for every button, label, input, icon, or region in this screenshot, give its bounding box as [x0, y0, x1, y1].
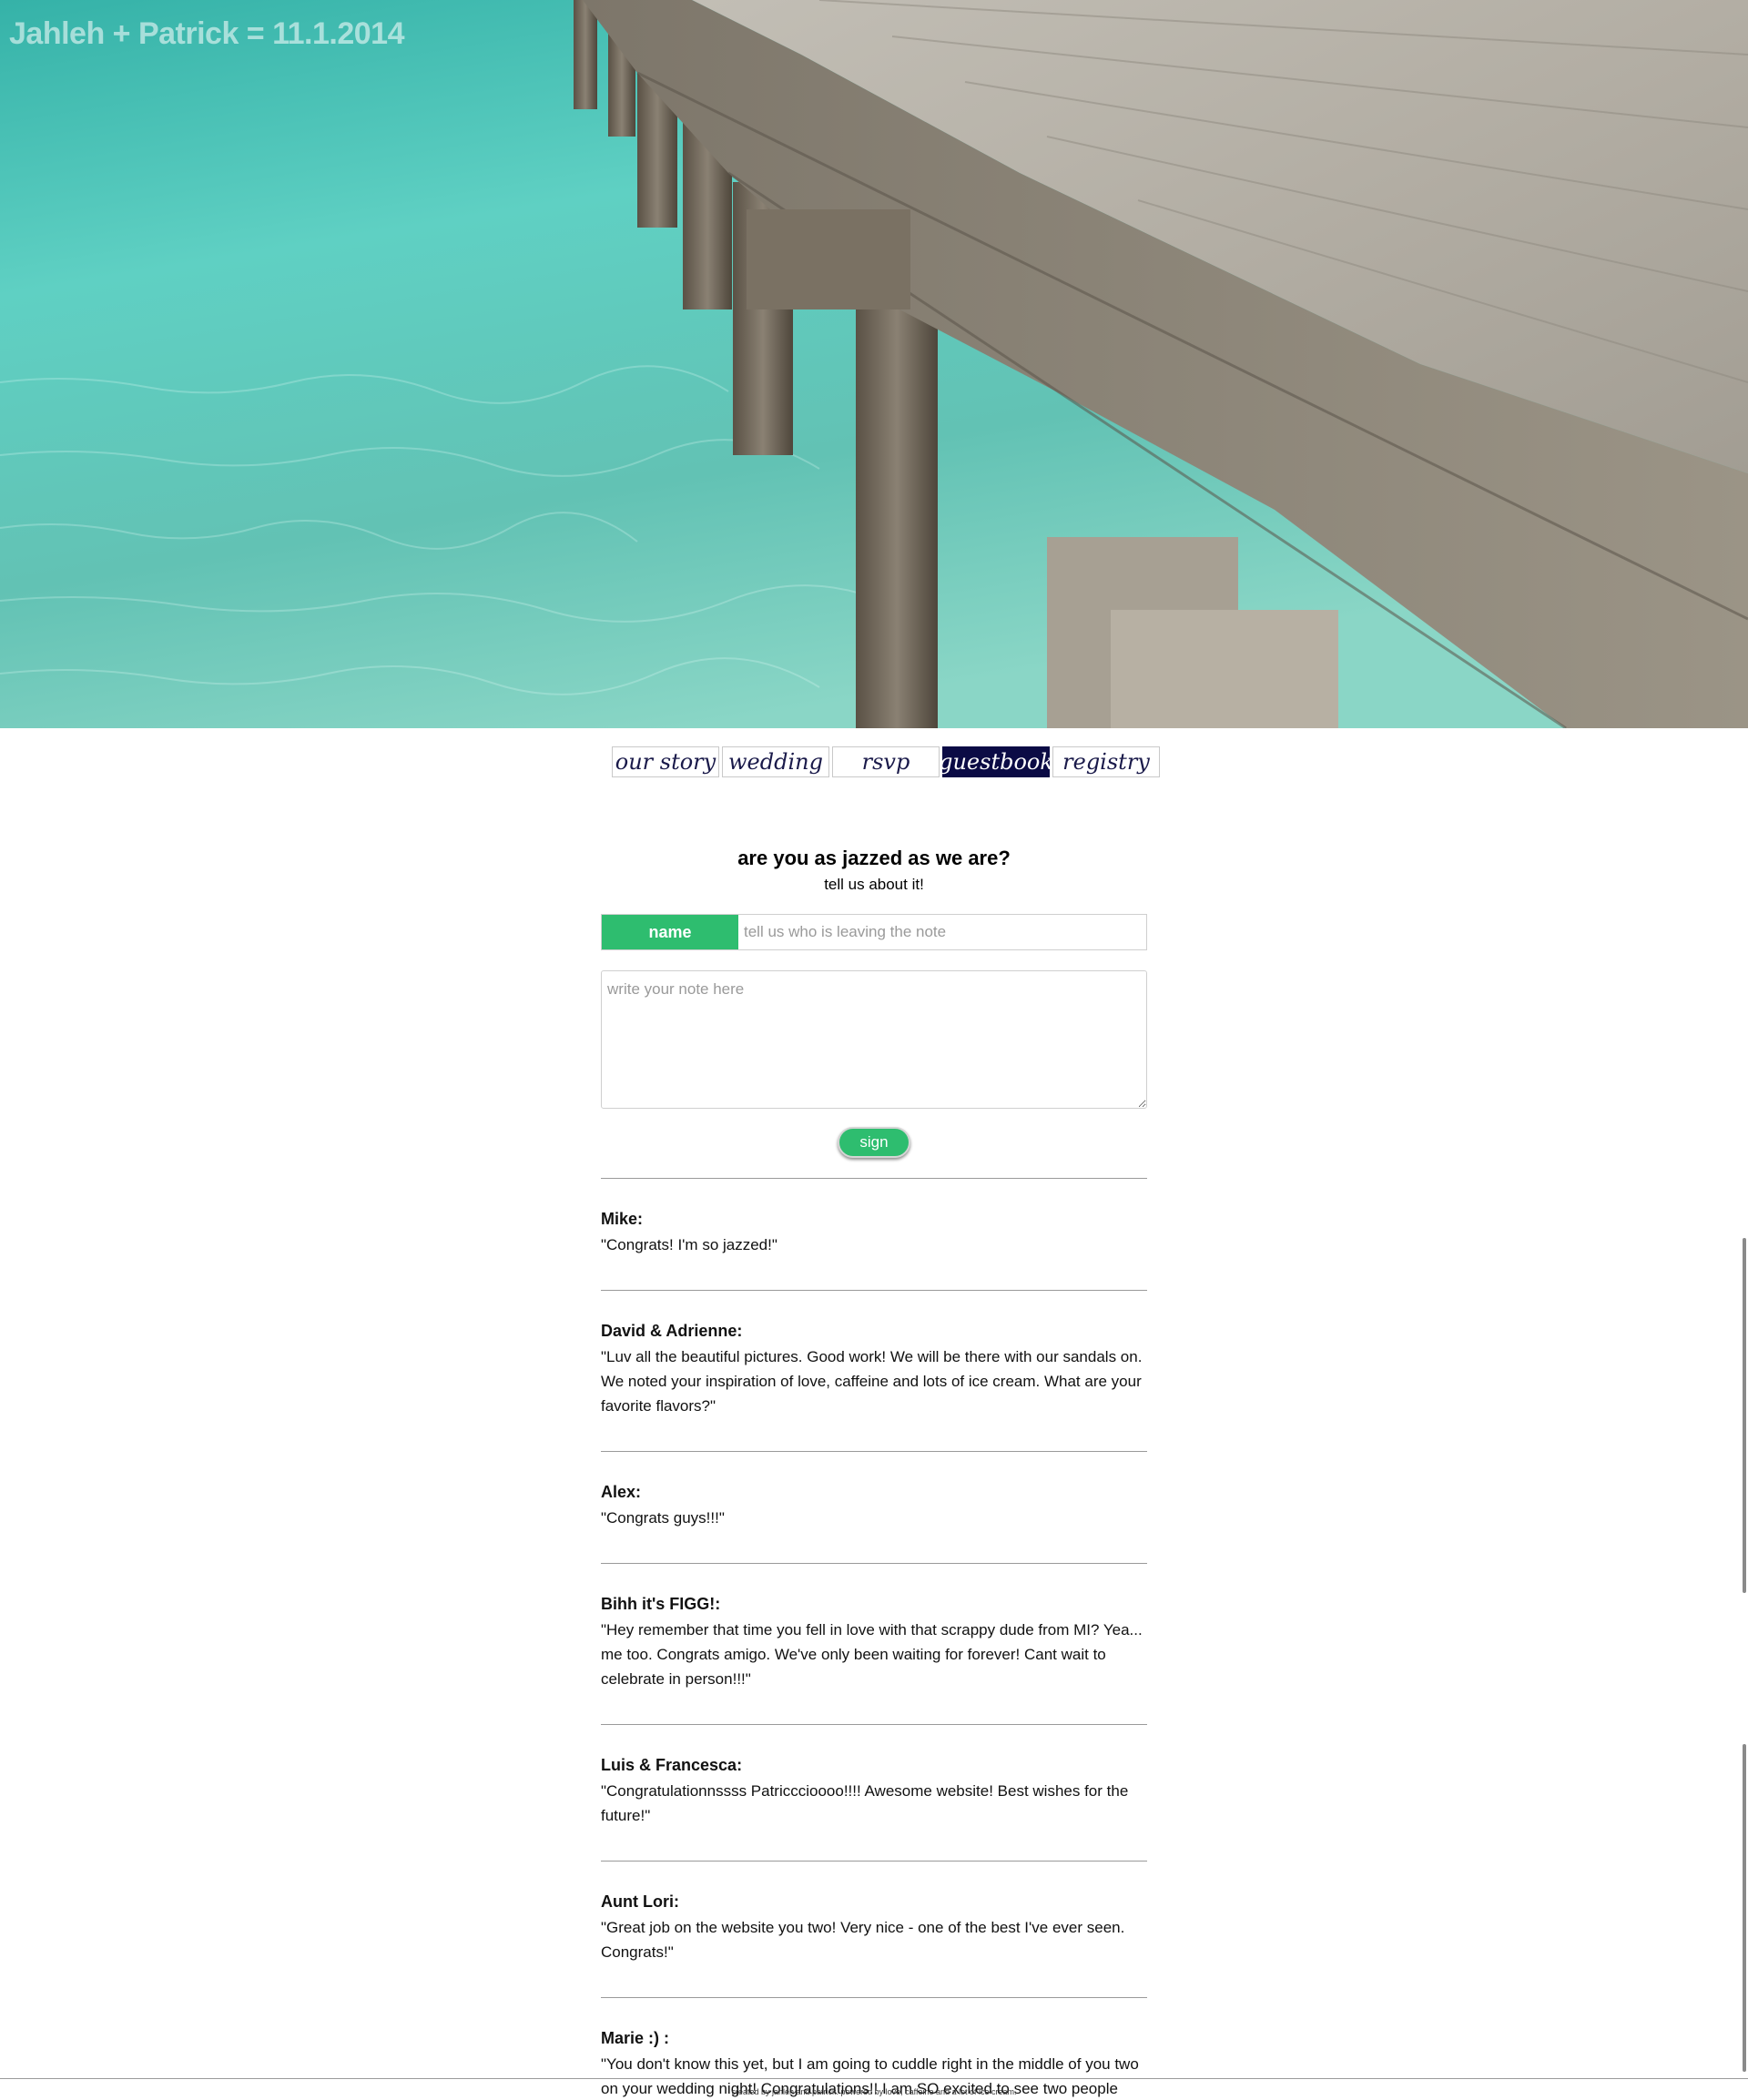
guestbook-entry: Aunt Lori: "Great job on the website you…	[601, 1861, 1147, 1997]
nav-registry[interactable]: registry	[1052, 746, 1160, 777]
scroll-thumb-secondary[interactable]	[1743, 1744, 1746, 2072]
name-field-row: name	[601, 914, 1147, 950]
nav-rsvp[interactable]: rsvp	[832, 746, 940, 777]
guestbook-entry: David & Adrienne: "Luv all the beautiful…	[601, 1290, 1147, 1451]
main-nav: our story wedding rsvp guestbook registr…	[612, 746, 1160, 777]
name-label: name	[602, 915, 738, 949]
guestbook-entry: Bihh it's FIGG!: "Hey remember that time…	[601, 1563, 1147, 1724]
note-textarea[interactable]	[601, 970, 1147, 1109]
entry-author: Aunt Lori:	[601, 1892, 679, 1911]
entry-message: "Great job on the website you two! Very …	[601, 1919, 1125, 1961]
nav-wedding[interactable]: wedding	[722, 746, 829, 777]
entry-message: "Luv all the beautiful pictures. Good wo…	[601, 1348, 1143, 1415]
entry-author: Luis & Francesca:	[601, 1756, 743, 1774]
footer-credits: created by jahleh and patrick. powered b…	[731, 2087, 1017, 2096]
page: Jahleh + Patrick = 11.1.2014 our story w…	[0, 0, 1748, 2100]
guestbook-subheading: tell us about it!	[824, 876, 924, 893]
entry-author: Marie :) :	[601, 2029, 670, 2047]
entry-message: "Congrats! I'm so jazzed!"	[601, 1236, 777, 1253]
guestbook-entries: Mike: "Congrats! I'm so jazzed!" David &…	[601, 1178, 1147, 2100]
entry-message: "Hey remember that time you fell in love…	[601, 1621, 1143, 1688]
nav-our-story[interactable]: our story	[612, 746, 719, 777]
guestbook-entry: Luis & Francesca: "Congratulationnssss P…	[601, 1724, 1147, 1861]
sign-button[interactable]: sign	[838, 1127, 910, 1158]
site-title[interactable]: Jahleh + Patrick = 11.1.2014	[9, 16, 405, 52]
scroll-thumb[interactable]	[1743, 1238, 1746, 1593]
hero-image: Jahleh + Patrick = 11.1.2014	[0, 0, 1748, 728]
guestbook-entry: Marie :) : "You don't know this yet, but…	[601, 1997, 1147, 2100]
guestbook-entry: Alex: "Congrats guys!!!"	[601, 1451, 1147, 1563]
page-scrollbar[interactable]	[1740, 0, 1748, 2100]
entry-author: Mike:	[601, 1210, 644, 1228]
pier-photo	[0, 0, 1748, 728]
guestbook-section: are you as jazzed as we are? tell us abo…	[601, 847, 1147, 2100]
footer-divider	[0, 2078, 1748, 2079]
entry-author: Alex:	[601, 1483, 642, 1501]
entry-author: Bihh it's FIGG!:	[601, 1595, 721, 1613]
name-input[interactable]	[738, 915, 1146, 949]
guestbook-heading: are you as jazzed as we are?	[737, 847, 1011, 869]
sign-wrap: sign	[601, 1127, 1147, 1158]
entry-message: "Congrats guys!!!"	[601, 1509, 725, 1527]
guestbook-entry: Mike: "Congrats! I'm so jazzed!"	[601, 1178, 1147, 1290]
nav-guestbook[interactable]: guestbook	[939, 746, 1053, 777]
entry-message: "Congratulationnssss Patricccioooo!!!! A…	[601, 1782, 1129, 1824]
entry-author: David & Adrienne:	[601, 1322, 743, 1340]
